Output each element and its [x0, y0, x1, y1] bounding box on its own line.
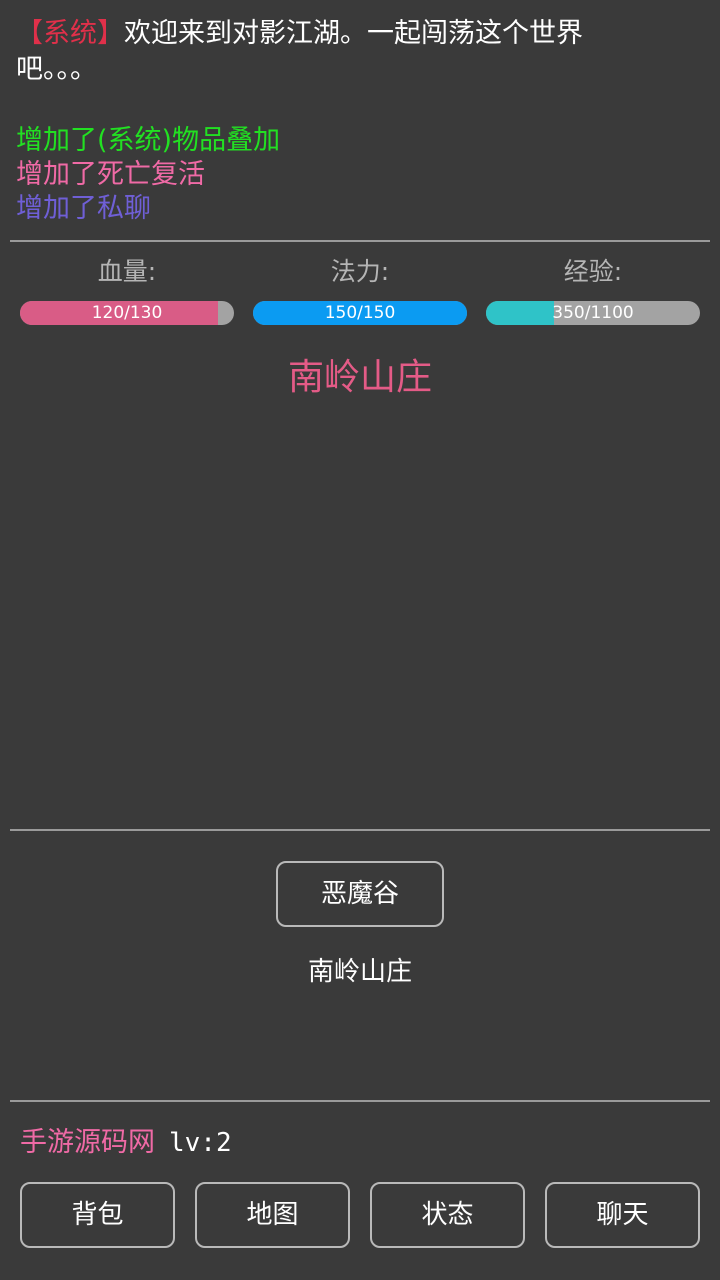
mp-label: 法力: [330, 257, 390, 286]
chat-button[interactable]: 聊天 [545, 1182, 700, 1248]
mp-bar: 150/150 [253, 301, 467, 325]
event-item-private-chat: 增加了私聊 [16, 193, 151, 224]
bag-button[interactable]: 背包 [20, 1182, 175, 1248]
hp-label: 血量: [97, 257, 157, 286]
divider-top [10, 240, 710, 242]
status-button[interactable]: 状态 [370, 1182, 525, 1248]
event-item-revive: 增加了死亡复活 [16, 159, 205, 190]
exit-button-demon-valley[interactable]: 恶魔谷 [276, 861, 444, 927]
exp-bar: 350/1100 [486, 301, 700, 325]
player-info: 手游源码网 lv:2 [20, 1122, 232, 1164]
system-message: 【系统】欢迎来到对影江湖。一起闯荡这个世界吧。。。 [16, 16, 636, 88]
player-level: lv:2 [169, 1128, 232, 1158]
divider-bottom [10, 1100, 710, 1102]
hp-bar: 120/130 [20, 301, 234, 325]
hp-value: 120/130 [91, 303, 163, 323]
stat-exp: 经验: 350/1100 [486, 255, 700, 325]
stat-mp: 法力: 150/150 [253, 255, 467, 325]
location-title: 南岭山庄 [287, 357, 432, 398]
event-item-stacking: 增加了(系统)物品叠加 [16, 125, 281, 156]
player-name: 手游源码网 [20, 1127, 155, 1158]
message-log: 【系统】欢迎来到对影江湖。一起闯荡这个世界吧。。。 增加了(系统)物品叠加 增加… [16, 16, 636, 226]
mp-value: 150/150 [324, 303, 396, 323]
stat-hp: 血量: 120/130 [20, 255, 234, 325]
system-tag: 【系统】 [16, 18, 124, 49]
current-location: 南岭山庄 [307, 957, 412, 987]
exp-label: 经验: [563, 257, 623, 286]
exp-value: 350/1100 [552, 303, 634, 323]
event-list: 增加了(系统)物品叠加 增加了死亡复活 增加了私聊 [16, 124, 636, 226]
bottom-nav: 背包 地图 状态 聊天 [20, 1182, 700, 1248]
map-button[interactable]: 地图 [195, 1182, 350, 1248]
game-screen: 【系统】欢迎来到对影江湖。一起闯荡这个世界吧。。。 增加了(系统)物品叠加 增加… [0, 0, 720, 1280]
divider-middle [10, 829, 710, 831]
